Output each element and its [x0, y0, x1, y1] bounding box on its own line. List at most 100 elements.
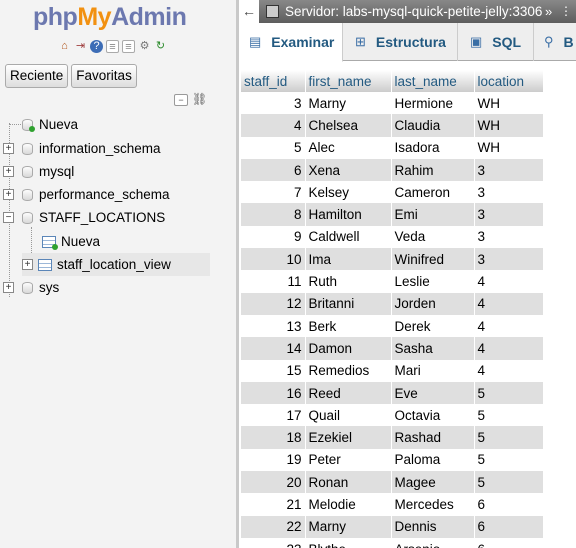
cell-location[interactable]: 4 — [474, 292, 544, 315]
cell-staff-id[interactable]: 23 — [241, 537, 306, 548]
cell-first-name[interactable]: Remedios — [305, 359, 392, 382]
cell-last-name[interactable]: Claudia — [391, 114, 475, 137]
table-row[interactable]: 23BlytheArsenio6 — [241, 537, 544, 548]
cell-last-name[interactable]: Derek — [391, 314, 475, 338]
expand-icon[interactable]: + — [3, 282, 14, 293]
cell-first-name[interactable]: Ronan — [305, 471, 392, 494]
table-row[interactable]: 7 Kelsey Cameron 3 — [241, 181, 544, 204]
cell-staff-id[interactable]: 4 — [241, 114, 306, 137]
column-header-first-name[interactable]: first_name — [305, 70, 392, 92]
cell-staff-id[interactable]: 8 — [241, 203, 306, 226]
cell-last-name[interactable]: Rashad — [391, 426, 475, 449]
cell-first-name[interactable]: Marny — [305, 92, 392, 115]
table-row[interactable]: 14 Damon Sasha 4 — [241, 337, 544, 360]
tree-item-staff-locations[interactable]: − STAFF_LOCATIONS — [3, 206, 165, 229]
cell-last-name[interactable]: Dennis — [391, 515, 475, 538]
cell-first-name[interactable]: Ruth — [305, 270, 392, 293]
cell-last-name[interactable]: Isadora — [391, 136, 475, 159]
cell-staff-id[interactable]: 13 — [241, 314, 306, 338]
cell-last-name[interactable]: Octavia — [391, 404, 475, 427]
collapse-icon[interactable]: − — [3, 212, 14, 223]
cell-first-name[interactable]: Chelsea — [305, 114, 392, 137]
menu-icon[interactable]: ⋮ — [560, 0, 576, 23]
back-arrow-icon[interactable]: ← — [239, 0, 259, 23]
cell-first-name[interactable]: Britanni — [305, 292, 392, 315]
cell-staff-id[interactable]: 14 — [241, 337, 306, 360]
cell-last-name[interactable]: Winifred — [391, 248, 475, 271]
tree-item-new-table[interactable]: Nueva — [42, 230, 100, 253]
cell-staff-id[interactable]: 11 — [241, 270, 306, 293]
cell-location[interactable]: WH — [474, 136, 544, 159]
table-row[interactable]: 15 Remedios Mari 4 — [241, 359, 544, 382]
cell-first-name[interactable]: Ezekiel — [305, 426, 392, 449]
cell-last-name[interactable]: Leslie — [391, 270, 475, 293]
cell-last-name[interactable]: Cameron — [391, 181, 475, 204]
cell-location[interactable]: 5 — [474, 471, 544, 494]
docs-icon[interactable]: ≡ — [122, 40, 135, 53]
table-row[interactable]: 12 Britanni Jorden 4 — [241, 292, 544, 315]
cell-staff-id[interactable]: 17 — [241, 404, 306, 427]
cell-location[interactable]: 5 — [474, 448, 544, 472]
logout-icon[interactable]: ⇥ — [74, 40, 87, 53]
tab-structure[interactable]: ⊞ Estructura — [343, 23, 458, 61]
cell-last-name[interactable]: Sasha — [391, 337, 475, 360]
table-row[interactable]: 5 Alec Isadora WH — [241, 136, 544, 159]
table-row[interactable]: 10 Ima Winifred 3 — [241, 248, 544, 271]
help-icon[interactable]: ? — [90, 40, 103, 53]
tree-item-mysql[interactable]: + mysql — [3, 160, 74, 183]
cell-last-name[interactable]: Mari — [391, 359, 475, 382]
tab-search[interactable]: ⚲ B — [534, 23, 576, 61]
tree-item-new-database[interactable]: Nueva — [22, 113, 78, 136]
cell-last-name[interactable]: Jorden — [391, 292, 475, 315]
cell-last-name[interactable]: Emi — [391, 203, 475, 226]
cell-last-name[interactable]: Mercedes — [391, 493, 475, 516]
link-icon[interactable]: ⛓ — [192, 93, 207, 106]
cell-location[interactable]: 6 — [474, 515, 544, 538]
tree-item-staff-location-view[interactable]: + staff_location_view — [22, 253, 210, 276]
collapse-all-icon[interactable]: − — [174, 94, 188, 106]
expand-icon[interactable]: + — [3, 189, 14, 200]
table-row[interactable]: 17 Quail Octavia 5 — [241, 404, 544, 427]
cell-first-name[interactable]: Marny — [305, 515, 392, 538]
cell-location[interactable]: WH — [474, 92, 544, 115]
cell-staff-id[interactable]: 16 — [241, 381, 306, 405]
cell-first-name[interactable]: Ima — [305, 248, 392, 271]
cell-staff-id[interactable]: 7 — [241, 181, 306, 204]
cell-first-name[interactable]: Alec — [305, 136, 392, 159]
more-menu-icon[interactable]: » — [545, 0, 552, 23]
table-row[interactable]: 9 Caldwell Veda 3 — [241, 225, 544, 249]
cell-last-name[interactable]: Arsenio — [391, 537, 475, 548]
favorites-tab[interactable]: Favoritas — [71, 64, 137, 88]
cell-last-name[interactable]: Rahim — [391, 158, 475, 182]
home-icon[interactable]: ⌂ — [58, 40, 71, 53]
cell-staff-id[interactable]: 12 — [241, 292, 306, 315]
column-header-last-name[interactable]: last_name — [391, 70, 475, 92]
table-row[interactable]: 19 Peter Paloma 5 — [241, 448, 544, 472]
cell-location[interactable]: 3 — [474, 181, 544, 204]
cell-staff-id[interactable]: 15 — [241, 359, 306, 382]
cell-staff-id[interactable]: 18 — [241, 426, 306, 449]
reload-icon[interactable]: ↻ — [154, 40, 167, 53]
expand-icon[interactable]: + — [3, 166, 14, 177]
cell-first-name[interactable]: Quail — [305, 404, 392, 427]
cell-location[interactable]: 3 — [474, 225, 544, 249]
column-header-staff-id[interactable]: staff_id — [241, 70, 306, 92]
cell-location[interactable]: 3 — [474, 158, 544, 182]
phpmyadmin-logo[interactable]: phpMyAdmin — [33, 3, 187, 32]
expand-icon[interactable]: + — [3, 143, 14, 154]
cell-first-name[interactable]: Peter — [305, 448, 392, 472]
tree-item-performance-schema[interactable]: + performance_schema — [3, 183, 170, 206]
cell-staff-id[interactable]: 19 — [241, 448, 306, 472]
server-label[interactable]: Servidor: labs-mysql-quick-petite-jelly:… — [285, 0, 542, 23]
table-row[interactable]: 22 Marny Dennis 6 — [241, 515, 544, 538]
cell-location[interactable]: 3 — [474, 203, 544, 226]
cell-staff-id[interactable]: 9 — [241, 225, 306, 249]
cell-staff-id[interactable]: 6 — [241, 158, 306, 182]
table-row[interactable]: 3 Marny Hermione WH — [241, 92, 544, 115]
cell-first-name[interactable]: Blythe — [305, 537, 392, 548]
tree-item-sys[interactable]: + sys — [3, 276, 59, 299]
cell-location[interactable]: 3 — [474, 248, 544, 271]
tab-sql[interactable]: ▣ SQL — [458, 23, 534, 61]
cell-staff-id[interactable]: 5 — [241, 136, 306, 159]
cell-first-name[interactable]: Damon — [305, 337, 392, 360]
